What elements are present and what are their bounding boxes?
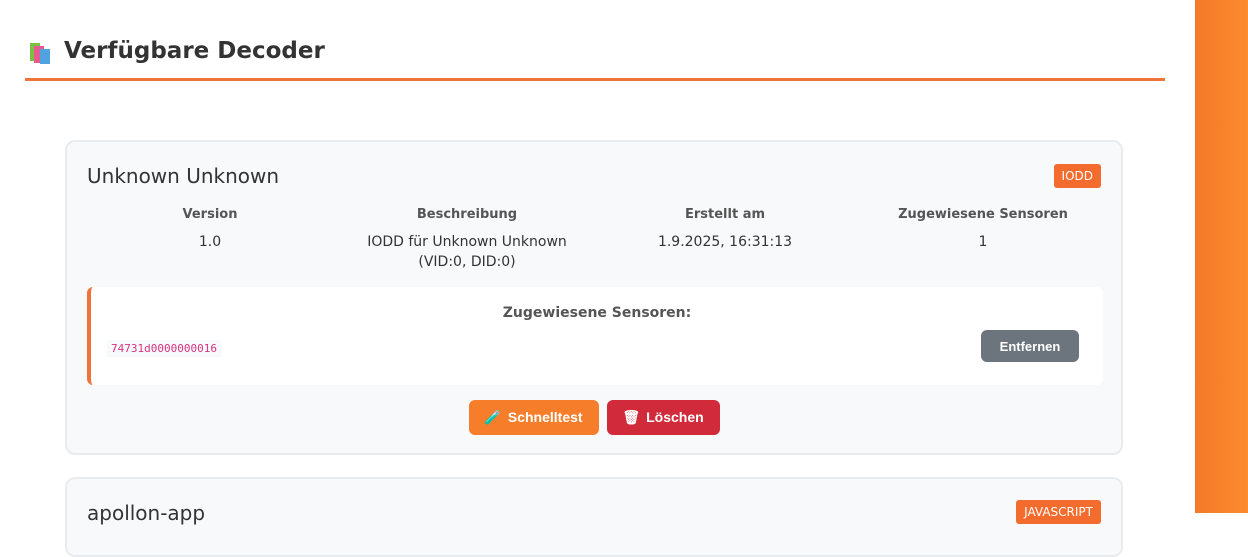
- card-actions: 🧪 Schnelltest 🗑 Löschen: [67, 400, 1121, 435]
- meta-version: Version 1.0: [95, 207, 325, 252]
- quicktest-button[interactable]: 🧪 Schnelltest: [468, 400, 599, 435]
- decoder-type-badge: IODD: [1053, 164, 1101, 188]
- delete-label: Löschen: [646, 409, 704, 425]
- side-accent-bar: [1195, 0, 1248, 513]
- meta-created: Erstellt am 1.9.2025, 16:31:13: [610, 207, 840, 252]
- meta-value: 1.9.2025, 16:31:13: [657, 234, 793, 250]
- quicktest-label: Schnelltest: [507, 409, 583, 425]
- test-tube-icon: 🧪: [484, 409, 502, 425]
- decoder-type-badge: JAVASCRIPT: [1016, 500, 1101, 524]
- meta-label: Zugewiesene Sensoren: [898, 207, 1068, 222]
- delete-button[interactable]: 🗑 Löschen: [606, 400, 720, 435]
- meta-label: Version: [182, 207, 238, 222]
- sensor-id: 74731d0000000016: [107, 340, 221, 357]
- meta-value: 1.0: [198, 234, 222, 250]
- meta-sensors: Zugewiesene Sensoren 1: [868, 207, 1098, 252]
- meta-label: Beschreibung: [416, 207, 518, 222]
- assigned-sensors-panel: Zugewiesene Sensoren: 74731d0000000016 E…: [87, 287, 1103, 385]
- decoder-card: Unknown Unknown IODD Version 1.0 Beschre…: [65, 140, 1123, 455]
- meta-label: Erstellt am: [684, 207, 766, 222]
- remove-sensor-button[interactable]: Entfernen: [981, 330, 1079, 362]
- page-title: Verfügbare Decoder: [64, 38, 325, 64]
- decoder-card: apollon-app JAVASCRIPT: [65, 477, 1123, 557]
- section-header: Verfügbare Decoder: [25, 28, 1165, 81]
- decoder-name: apollon-app: [87, 501, 206, 525]
- meta-value: IODD für Unknown Unknown (VID:0, DID:0): [367, 234, 567, 270]
- decoder-name: Unknown Unknown: [87, 164, 280, 188]
- meta-value: 1: [978, 234, 988, 250]
- assigned-sensors-title: Zugewiesene Sensoren:: [502, 305, 692, 321]
- books-icon: [30, 43, 50, 64]
- meta-description: Beschreibung IODD für Unknown Unknown (V…: [352, 207, 582, 272]
- trash-icon: 🗑: [622, 409, 641, 425]
